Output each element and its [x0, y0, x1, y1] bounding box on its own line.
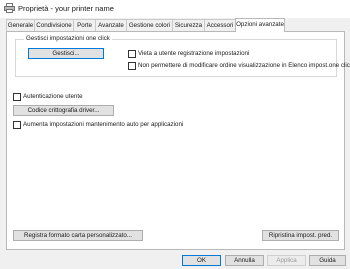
tab-avanzate[interactable]: Avanzate — [95, 19, 127, 31]
one-click-group: Gestisci impostazioni one click Gestisci… — [15, 35, 350, 77]
tab-accessori[interactable]: Accessori — [204, 19, 236, 31]
tab-sicurezza[interactable]: Sicurezza — [172, 19, 205, 31]
tab-gestione-colori[interactable]: Gestione colori — [126, 19, 173, 31]
auto-maintain-label: Aumenta impostazioni mantenimento auto p… — [23, 121, 184, 128]
lock-order-checkbox[interactable] — [128, 62, 136, 70]
tab-porte[interactable]: Porte — [73, 19, 96, 31]
register-paper-size-button[interactable]: Registra formato carta personalizzato... — [13, 230, 143, 241]
manage-one-click-button[interactable]: Gestisci... — [28, 48, 104, 59]
restore-defaults-button[interactable]: Ripristina impost. pred. — [262, 230, 339, 241]
auto-maintain-checkbox[interactable] — [13, 121, 21, 129]
window-title: Proprietà - your printer name — [18, 4, 114, 13]
user-auth-checkbox[interactable] — [13, 93, 21, 101]
cancel-button[interactable]: Annulla — [225, 255, 264, 266]
tab-panel-opzioni-avanzate: Gestisci impostazioni one click Gestisci… — [6, 31, 350, 250]
ok-button[interactable]: OK — [182, 255, 221, 266]
printer-properties-window: Proprietà - your printer name Generale C… — [0, 0, 350, 269]
forbid-registration-label: Vieta a utente registrazione impostazion… — [138, 50, 250, 57]
lock-order-label: Non permettere di modificare ordine visu… — [138, 62, 350, 69]
forbid-registration-checkbox[interactable] — [128, 50, 136, 58]
tab-generale[interactable]: Generale — [6, 19, 35, 31]
printer-icon — [4, 3, 15, 13]
tab-opzioni-avanzate[interactable]: Opzioni avanzate — [235, 18, 285, 32]
user-auth-label: Autenticazione utente — [23, 93, 83, 100]
driver-encryption-button[interactable]: Codice crittografia driver... — [13, 105, 114, 116]
tab-condivisione[interactable]: Condivisione — [34, 19, 74, 31]
dialog-body: Generale Condivisione Porte Avanzate Ges… — [0, 18, 350, 269]
one-click-group-label: Gestisci impostazioni one click — [24, 35, 112, 43]
title-bar: Proprietà - your printer name — [0, 0, 350, 18]
apply-button[interactable]: Applica — [267, 255, 306, 266]
help-button[interactable]: Guida — [309, 255, 346, 266]
